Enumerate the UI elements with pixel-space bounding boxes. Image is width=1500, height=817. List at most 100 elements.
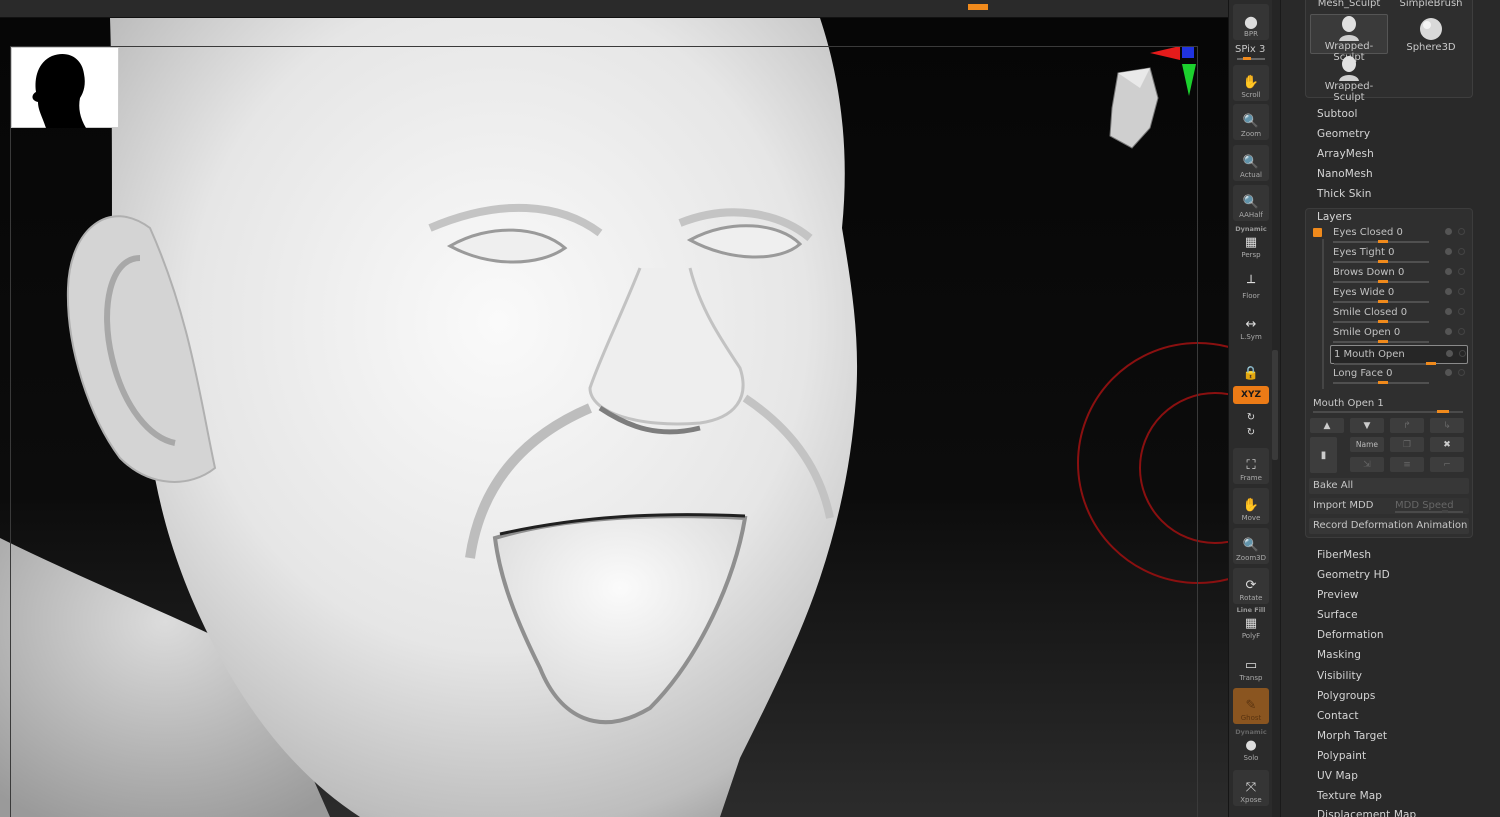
menu-texture-map[interactable]: Texture Map [1317,790,1382,802]
tool-thumb-wrapped-sculpt[interactable]: Wrapped-Sculpt [1310,14,1388,63]
move-button[interactable]: ✋ Move [1233,488,1269,524]
layer-slider-knob[interactable] [1378,280,1388,283]
menu-geometry-hd[interactable]: Geometry HD [1317,569,1390,581]
menu-polygroups[interactable]: Polygroups [1317,690,1375,702]
layer-record-dot[interactable] [1445,268,1452,275]
zoom-button[interactable]: 🔍 Zoom [1233,104,1269,140]
layer-name-button[interactable]: Name [1350,437,1384,452]
persp-button[interactable]: Dynamic ▦ Persp [1233,225,1269,261]
layer-item[interactable]: Eyes Tight 0 [1330,244,1468,263]
spix-slider-knob[interactable] [1243,57,1251,60]
menu-displacement-map[interactable]: Displacement Map [1317,809,1416,817]
layer-slider-knob[interactable] [1378,340,1388,343]
actual-button[interactable]: 🔍 Actual [1233,145,1269,181]
bake-all-button[interactable]: Bake All [1309,478,1469,494]
layer-visibility-eye-icon[interactable] [1458,369,1465,376]
layer-intensity-label[interactable]: Mouth Open 1 [1313,398,1384,409]
layer-record-dot[interactable] [1445,288,1452,295]
spix-slider-label[interactable]: SPix 3 [1235,44,1265,55]
layer-item[interactable]: Brows Down 0 [1330,264,1468,283]
layer-visibility-eye-icon[interactable] [1458,288,1465,295]
menu-masking[interactable]: Masking [1317,649,1361,661]
layer-visibility-eye-icon[interactable] [1458,248,1465,255]
layer-visibility-eye-icon[interactable] [1458,328,1465,335]
layer-record-dot[interactable] [1445,248,1452,255]
zoom3d-button[interactable]: 🔍 Zoom3D [1233,528,1269,564]
layer-visibility-eye-icon[interactable] [1458,268,1465,275]
tool-thumb-mesh-sculpt[interactable]: Mesh_Sculpt [1310,0,1388,9]
menu-morph-target[interactable]: Morph Target [1317,730,1387,742]
layer-slider-knob[interactable] [1378,381,1388,384]
rotate-button[interactable]: ⟳ Rotate [1233,568,1269,604]
panel-scrollbar[interactable] [1272,350,1278,460]
bpr-button[interactable]: ● BPR [1233,4,1269,40]
layer-item[interactable]: Eyes Closed 0 [1330,224,1468,243]
menu-preview[interactable]: Preview [1317,589,1359,601]
layer-split-button[interactable]: ⇲ [1350,457,1384,472]
viewport-canvas[interactable] [0,18,1228,817]
layer-item-selected[interactable]: 1 Mouth Open [1330,345,1468,365]
layer-slider-knob[interactable] [1378,260,1388,263]
timeline-marker[interactable] [968,4,988,10]
layer-merge-button[interactable]: ≡ [1390,457,1424,472]
layer-slider-knob[interactable] [1378,240,1388,243]
mdd-speed-knob[interactable] [1442,510,1448,513]
menu-subtool[interactable]: Subtool [1317,108,1358,120]
spix-slider[interactable] [1237,57,1265,60]
layers-title[interactable]: Layers [1317,211,1352,223]
menu-uv-map[interactable]: UV Map [1317,770,1358,782]
layer-visibility-eye-icon[interactable] [1458,308,1465,315]
menu-fibermesh[interactable]: FiberMesh [1317,549,1371,561]
layer-new-button[interactable]: ▮ [1310,437,1337,473]
layer-move-up-button[interactable]: ▲ [1310,418,1344,433]
lsym-button[interactable]: ↔ L.Sym [1233,307,1269,343]
layer-record-dot[interactable] [1445,228,1452,235]
layer-move-down-button[interactable]: ▼ [1350,418,1384,433]
menu-nanomesh[interactable]: NanoMesh [1317,168,1373,180]
layer-record-dot[interactable] [1445,308,1452,315]
tool-thumb-sphere3d[interactable]: Sphere3D [1392,16,1470,56]
layer-record-dot[interactable] [1445,369,1452,376]
tool-thumb-wrapped-sculpt-2[interactable]: Wrapped-Sculpt [1310,55,1388,103]
layer-record-indicator[interactable] [1313,228,1322,237]
layer-slider-knob[interactable] [1378,300,1388,303]
menu-arraymesh[interactable]: ArrayMesh [1317,148,1374,160]
layer-flip-button[interactable]: ⌐ [1430,457,1464,472]
layer-record-dot[interactable] [1445,328,1452,335]
import-mdd-button[interactable]: Import MDD [1313,500,1373,511]
lock-button[interactable]: 🔒 [1233,348,1269,384]
aahalf-button[interactable]: 🔍 AAHalf [1233,185,1269,221]
layer-visibility-eye-icon[interactable] [1458,228,1465,235]
layer-item[interactable]: Smile Open 0 [1330,324,1468,343]
layer-undo-button[interactable]: ↳ [1430,418,1464,433]
menu-surface[interactable]: Surface [1317,609,1358,621]
layer-intensity-slider[interactable] [1313,410,1463,413]
layer-duplicate-button[interactable]: ❐ [1390,437,1424,452]
layer-intensity-knob[interactable] [1437,410,1449,413]
xpose-button[interactable]: ⤧ Xpose [1233,770,1269,806]
floor-button[interactable]: ┴ Floor [1233,266,1269,302]
mdd-speed-slider[interactable] [1395,510,1463,513]
layer-item[interactable]: Long Face 0 [1330,365,1468,384]
menu-polypaint[interactable]: Polypaint [1317,750,1366,762]
menu-deformation[interactable]: Deformation [1317,629,1384,641]
menu-thick-skin[interactable]: Thick Skin [1317,188,1372,200]
layer-slider-knob[interactable] [1378,320,1388,323]
record-deformation-button[interactable]: Record Deformation Animation [1309,518,1469,534]
scroll-button[interactable]: ✋ Scroll [1233,65,1269,101]
tool-thumb-simplebrush[interactable]: SimpleBrush [1392,0,1470,9]
layer-delete-button[interactable]: ✖ [1430,437,1464,452]
layer-item[interactable]: Eyes Wide 0 [1330,284,1468,303]
menu-visibility[interactable]: Visibility [1317,670,1362,682]
menu-contact[interactable]: Contact [1317,710,1359,722]
menu-geometry[interactable]: Geometry [1317,128,1370,140]
layer-item[interactable]: Smile Closed 0 [1330,304,1468,323]
frame-button[interactable]: ⛶ Frame [1233,448,1269,484]
layer-visibility-eye-icon[interactable] [1459,350,1466,357]
layer-record-dot[interactable] [1446,350,1453,357]
solo-button[interactable]: Dynamic ● Solo [1233,728,1269,764]
layer-list-scrollbar[interactable] [1322,239,1324,389]
polyf-button[interactable]: Line Fill ▦ PolyF [1233,606,1269,642]
rotation-axis-buttons[interactable]: ↻ ↻ [1233,405,1269,443]
ghost-button[interactable]: ✎ Ghost [1233,688,1269,724]
